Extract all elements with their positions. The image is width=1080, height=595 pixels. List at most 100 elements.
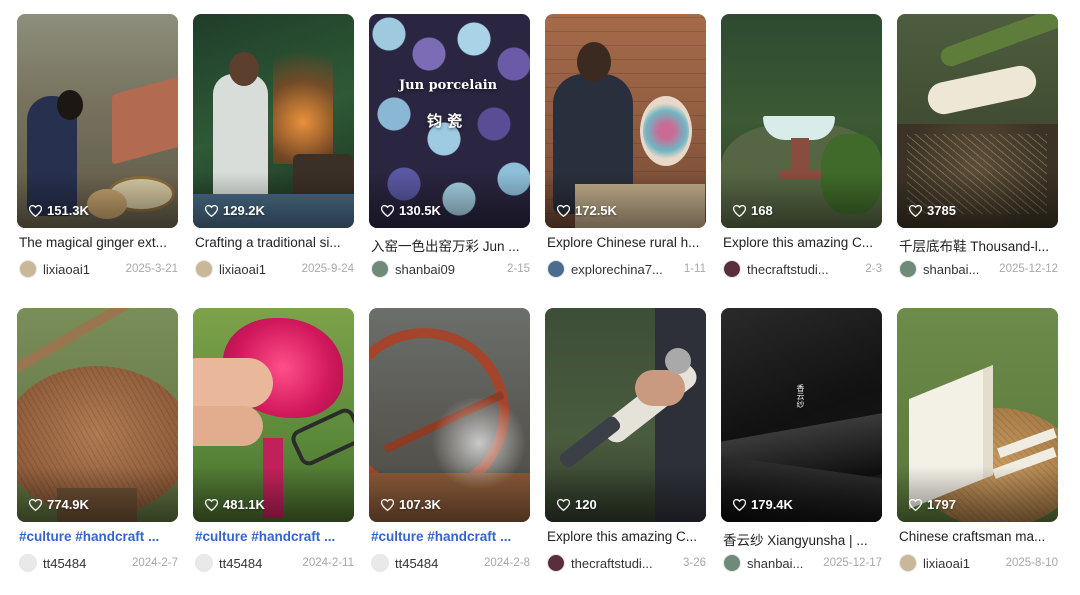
video-card[interactable]: 120 Explore this amazing C... thecraftst…	[545, 308, 706, 578]
thumbnail-shade	[721, 466, 882, 522]
thumbnail-shade	[193, 172, 354, 228]
author-name[interactable]: explorechina7...	[571, 262, 678, 277]
author-name[interactable]: tt45484	[43, 556, 126, 571]
publish-date: 2025-12-12	[999, 263, 1058, 275]
like-count-value: 481.1K	[223, 497, 265, 512]
thumbnail-shade	[545, 466, 706, 522]
video-card[interactable]: 774.9K #culture #handcraft ... tt45484 2…	[17, 308, 178, 578]
avatar[interactable]	[19, 554, 37, 572]
video-card[interactable]: 3785 千层底布鞋 Thousand-l... shanbai... 2025…	[897, 14, 1058, 284]
avatar[interactable]	[19, 260, 37, 278]
video-card[interactable]: Jun porcelain 钧 瓷 130.5K 入窑一色出窑万彩 Jun ..…	[369, 14, 530, 284]
video-thumbnail[interactable]: 129.2K	[193, 14, 354, 228]
thumbnail-shade	[17, 172, 178, 228]
video-title[interactable]: Explore this amazing C...	[547, 529, 706, 544]
video-title[interactable]: The magical ginger ext...	[19, 235, 178, 250]
thumbnail-shade	[897, 466, 1058, 522]
video-thumbnail[interactable]: 107.3K	[369, 308, 530, 522]
like-count: 172.5K	[557, 203, 617, 218]
video-title[interactable]: #culture #handcraft ...	[19, 529, 178, 544]
video-thumbnail[interactable]: 1797	[897, 308, 1058, 522]
video-card[interactable]: 129.2K Crafting a traditional si... lixi…	[193, 14, 354, 284]
video-title[interactable]: Explore this amazing C...	[723, 235, 882, 250]
like-count-value: 151.3K	[47, 203, 89, 218]
video-title[interactable]: Chinese craftsman ma...	[899, 529, 1058, 544]
like-count: 481.1K	[205, 497, 265, 512]
video-title[interactable]: #culture #handcraft ...	[195, 529, 354, 544]
video-thumbnail[interactable]: 168	[721, 14, 882, 228]
video-title[interactable]: 香云纱 Xiangyunsha | ...	[723, 529, 882, 549]
avatar[interactable]	[371, 554, 389, 572]
avatar[interactable]	[723, 554, 741, 572]
video-meta: tt45484 2024-2-8	[371, 553, 530, 573]
like-count: 168	[733, 203, 773, 218]
heart-icon	[29, 498, 42, 511]
publish-date: 2025-8-10	[1005, 557, 1058, 569]
heart-icon	[557, 204, 570, 217]
author-name[interactable]: lixiaoai1	[219, 262, 296, 277]
video-card[interactable]: 107.3K #culture #handcraft ... tt45484 2…	[369, 308, 530, 578]
like-count: 130.5K	[381, 203, 441, 218]
avatar[interactable]	[195, 554, 213, 572]
video-thumbnail[interactable]: 120	[545, 308, 706, 522]
publish-date: 2025-12-17	[823, 557, 882, 569]
video-title[interactable]: Crafting a traditional si...	[195, 235, 354, 250]
author-name[interactable]: shanbai09	[395, 262, 501, 277]
author-name[interactable]: thecraftstudi...	[571, 556, 677, 571]
avatar[interactable]	[195, 260, 213, 278]
thumbnail-shade	[721, 172, 882, 228]
author-name[interactable]: lixiaoai1	[923, 556, 1000, 571]
author-name[interactable]: shanbai...	[747, 556, 817, 571]
heart-icon	[381, 498, 394, 511]
like-count-value: 1797	[927, 497, 956, 512]
avatar[interactable]	[899, 260, 917, 278]
video-thumbnail[interactable]: 3785	[897, 14, 1058, 228]
publish-date: 2024-2-8	[483, 557, 530, 569]
video-meta: explorechina7... 1-11	[547, 259, 706, 279]
video-meta: lixiaoai1 2025-8-10	[899, 553, 1058, 573]
thumbnail-caption-secondary: 钧 瓷	[427, 112, 463, 130]
video-title[interactable]: 入窑一色出窑万彩 Jun ...	[371, 235, 530, 255]
video-card[interactable]: 172.5K Explore Chinese rural h... explor…	[545, 14, 706, 284]
video-meta: shanbai... 2025-12-17	[723, 553, 882, 573]
avatar[interactable]	[371, 260, 389, 278]
thumbnail-shade	[369, 466, 530, 522]
video-title[interactable]: 千层底布鞋 Thousand-l...	[899, 235, 1058, 255]
like-count: 129.2K	[205, 203, 265, 218]
video-thumbnail[interactable]: 151.3K	[17, 14, 178, 228]
video-meta: shanbai... 2025-12-12	[899, 259, 1058, 279]
like-count-value: 179.4K	[751, 497, 793, 512]
author-name[interactable]: tt45484	[395, 556, 478, 571]
thumbnail-shade	[369, 172, 530, 228]
avatar[interactable]	[899, 554, 917, 572]
like-count-value: 129.2K	[223, 203, 265, 218]
avatar[interactable]	[723, 260, 741, 278]
heart-icon	[909, 498, 922, 511]
heart-icon	[205, 498, 218, 511]
like-count-value: 774.9K	[47, 497, 89, 512]
author-name[interactable]: lixiaoai1	[43, 262, 120, 277]
video-card[interactable]: 481.1K #culture #handcraft ... tt45484 2…	[193, 308, 354, 578]
avatar[interactable]	[547, 554, 565, 572]
video-thumbnail[interactable]: Jun porcelain 钧 瓷 130.5K	[369, 14, 530, 228]
author-name[interactable]: thecraftstudi...	[747, 262, 859, 277]
video-thumbnail[interactable]: 774.9K	[17, 308, 178, 522]
video-title[interactable]: #culture #handcraft ...	[371, 529, 530, 544]
author-name[interactable]: shanbai...	[923, 262, 993, 277]
video-thumbnail[interactable]: 172.5K	[545, 14, 706, 228]
video-meta: shanbai09 2-15	[371, 259, 530, 279]
video-thumbnail[interactable]: 香云纱 179.4K	[721, 308, 882, 522]
video-meta: thecraftstudi... 2-3	[723, 259, 882, 279]
video-card[interactable]: 151.3K The magical ginger ext... lixiaoa…	[17, 14, 178, 284]
video-card[interactable]: 168 Explore this amazing C... thecraftst…	[721, 14, 882, 284]
heart-icon	[29, 204, 42, 217]
video-card[interactable]: 香云纱 179.4K 香云纱 Xiangyunsha | ... shanbai…	[721, 308, 882, 578]
video-title[interactable]: Explore Chinese rural h...	[547, 235, 706, 250]
heart-icon	[733, 204, 746, 217]
heart-icon	[909, 204, 922, 217]
like-count-value: 172.5K	[575, 203, 617, 218]
author-name[interactable]: tt45484	[219, 556, 296, 571]
video-thumbnail[interactable]: 481.1K	[193, 308, 354, 522]
avatar[interactable]	[547, 260, 565, 278]
video-card[interactable]: 1797 Chinese craftsman ma... lixiaoai1 2…	[897, 308, 1058, 578]
